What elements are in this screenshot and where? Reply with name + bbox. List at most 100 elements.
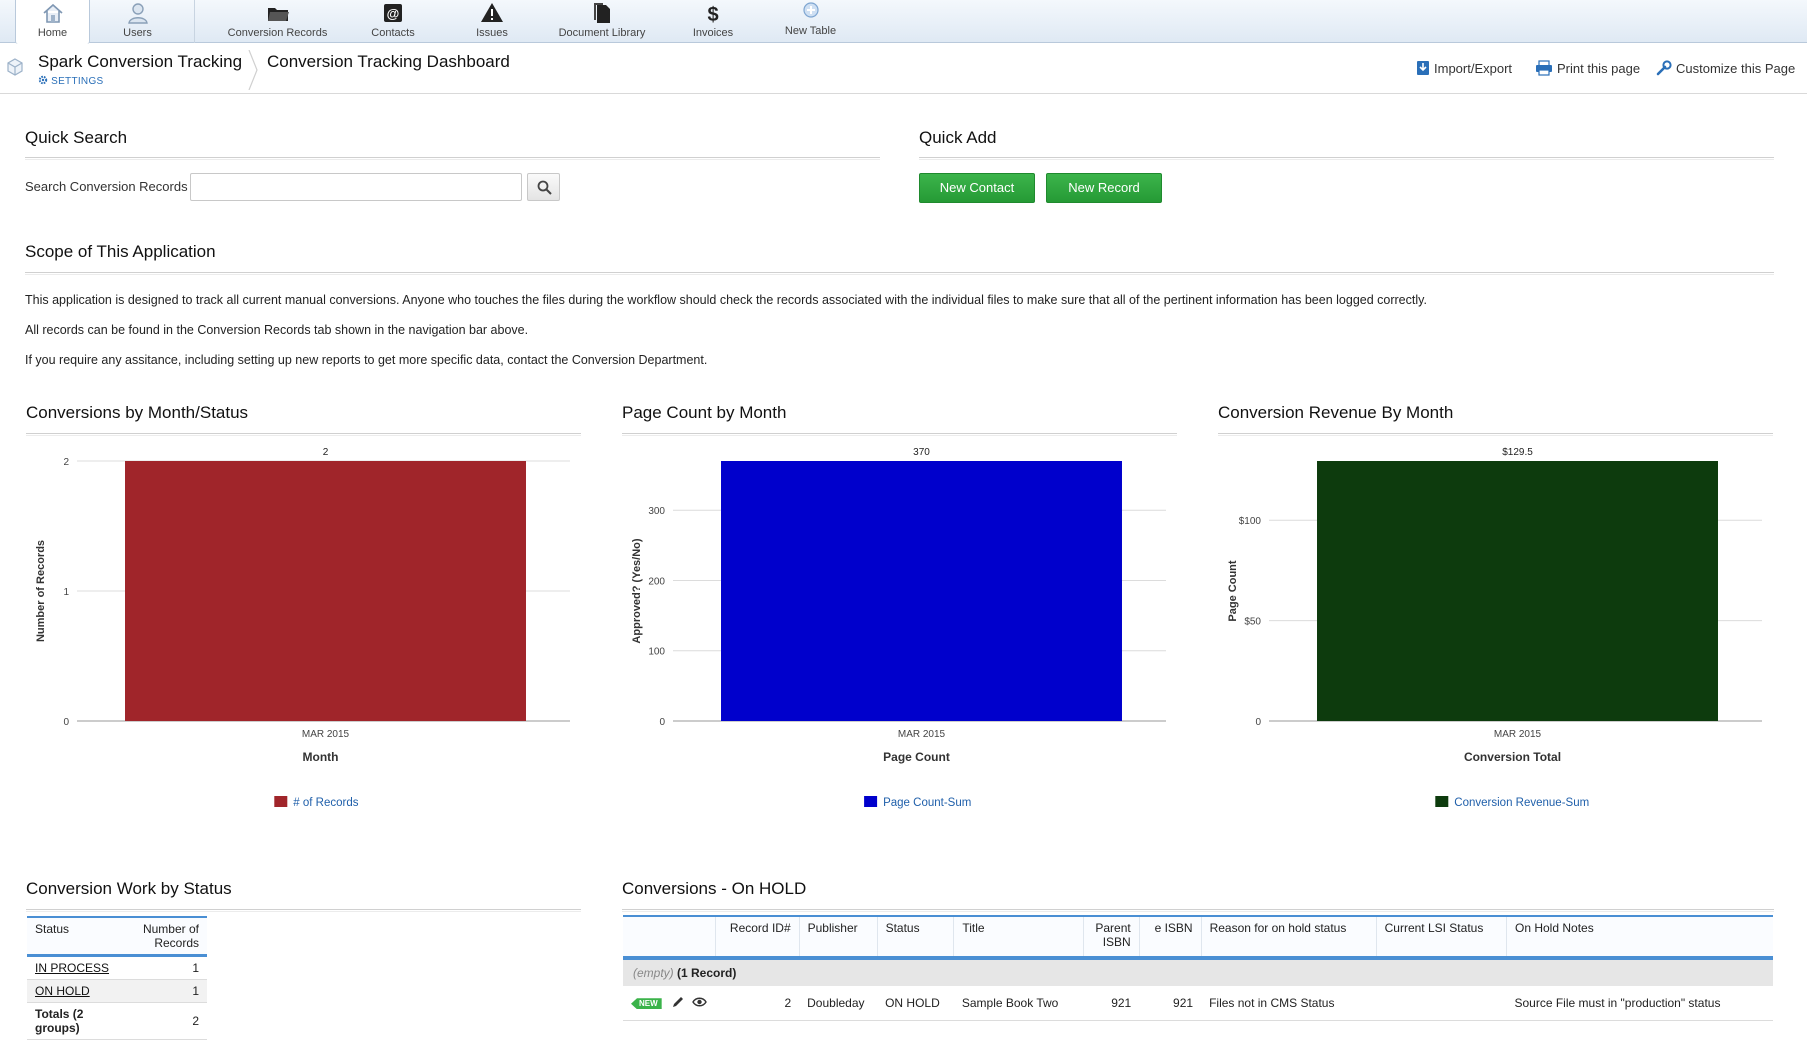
nav-tab-invoices[interactable]: $ Invoices <box>683 0 743 42</box>
column-header-actions <box>623 915 716 960</box>
bar <box>721 461 1122 721</box>
data-label: 370 <box>913 447 930 458</box>
totals-value: 2 <box>119 1002 207 1040</box>
group-empty-label: (empty) <box>633 966 674 980</box>
column-header-parent-isbn[interactable]: Parent ISBN <box>1082 915 1140 960</box>
y-tick-label: $50 <box>1244 617 1261 628</box>
column-header-status[interactable]: Status <box>876 915 954 960</box>
nav-label-home: Home <box>37 27 68 39</box>
edit-pencil-icon[interactable] <box>671 995 685 1009</box>
page-header: Spark Conversion Tracking SETTINGS Conve… <box>0 44 1807 94</box>
svg-text:@: @ <box>387 6 400 21</box>
app-cube-icon <box>6 58 24 81</box>
nav-tab-conversion-records[interactable]: Conversion Records <box>220 0 335 42</box>
column-header-publisher[interactable]: Publisher <box>798 915 878 960</box>
legend-swatch <box>864 796 878 807</box>
new-record-button[interactable]: New Record <box>1046 173 1162 203</box>
legend-label: Conversion Revenue-Sum <box>1454 797 1589 809</box>
wrench-icon <box>1656 60 1672 76</box>
column-header-notes[interactable]: On Hold Notes <box>1506 915 1773 960</box>
table-row: ON HOLD 1 <box>27 979 207 1003</box>
warning-icon <box>462 2 522 24</box>
view-eye-icon[interactable] <box>692 996 708 1008</box>
column-header-record-id[interactable]: Record ID# <box>714 915 800 960</box>
section-divider <box>919 157 1774 160</box>
settings-label: SETTINGS <box>51 76 104 87</box>
bar <box>125 461 526 721</box>
count-cell: 1 <box>119 955 207 980</box>
totals-label: Totals (2 groups) <box>27 1002 120 1040</box>
group-header[interactable]: (empty) (1 Record) <box>623 958 1773 986</box>
table-header-row: Record ID# Publisher Status Title Parent… <box>623 915 1773 960</box>
folder-icon <box>220 2 335 24</box>
section-divider <box>25 272 1774 275</box>
customize-page-button[interactable]: Customize this Page <box>1656 60 1795 76</box>
nav-tab-issues[interactable]: Issues <box>462 0 522 42</box>
status-group-link[interactable]: IN PROCESS <box>35 961 109 975</box>
import-export-button[interactable]: Import/Export <box>1416 60 1512 76</box>
legend-swatch <box>274 796 288 807</box>
legend-label: Page Count-Sum <box>883 797 971 809</box>
at-icon: @ <box>363 2 423 24</box>
new-badge: NEW <box>631 998 662 1010</box>
nav-label-issues: Issues <box>476 27 508 39</box>
customize-page-label: Customize this Page <box>1676 61 1796 76</box>
nav-label-new-table: New Table <box>784 25 837 37</box>
new-contact-button[interactable]: New Contact <box>919 173 1035 203</box>
chart-legend: Conversion Revenue-Sum <box>1435 796 1589 809</box>
bar <box>1317 461 1718 721</box>
y-tick-label: 0 <box>659 717 665 728</box>
section-divider <box>25 157 880 160</box>
data-label: 2 <box>323 447 329 458</box>
search-input[interactable] <box>190 173 522 201</box>
quick-search-title: Quick Search <box>25 128 128 147</box>
scope-title: Scope of This Application <box>25 242 216 261</box>
column-header-number-of-records[interactable]: Number of Records <box>119 916 207 957</box>
status-group-link[interactable]: ON HOLD <box>35 984 90 998</box>
chart-legend: Page Count-Sum <box>864 796 971 809</box>
column-header-status[interactable]: Status <box>27 916 120 957</box>
documents-icon <box>552 2 652 24</box>
import-export-label: Import/Export <box>1434 61 1513 76</box>
table-header-row: Status Number of Records <box>27 916 207 957</box>
column-header-lsi-status[interactable]: Current LSI Status <box>1375 915 1507 960</box>
nav-tab-contacts[interactable]: @ Contacts <box>363 0 423 42</box>
status-cell: ON HOLD <box>27 979 120 1003</box>
chart-legend: # of Records <box>274 796 359 809</box>
nav-label-invoices: Invoices <box>692 27 734 39</box>
scope-paragraph: If you require any assitance, including … <box>25 353 708 367</box>
search-button[interactable] <box>527 173 560 201</box>
page-count-by-month-chart: 0 100 200 300 370 MAR 2015 Page Count Approved?… <box>631 447 1166 809</box>
breadcrumb-separator <box>247 49 259 95</box>
column-header-e-isbn[interactable]: e ISBN <box>1138 915 1202 960</box>
nav-tab-new-table[interactable]: New Table <box>778 0 843 42</box>
table-row: NEW 2 Doubleday ON HOLD Sample Book Two … <box>623 986 1773 1021</box>
app-name[interactable]: Spark Conversion Tracking <box>38 52 242 72</box>
y-tick-label: 300 <box>648 506 665 517</box>
printer-icon <box>1536 60 1552 76</box>
on-hold-table: Record ID# Publisher Status Title Parent… <box>623 915 1773 1021</box>
legend-swatch <box>1435 796 1449 807</box>
e-isbn-cell: 921 <box>1139 986 1202 1021</box>
nav-tab-users[interactable]: Users <box>105 0 170 42</box>
nav-tab-home[interactable]: Home <box>15 0 90 44</box>
revenue-by-month-chart: 0 $50 $100 $129.5 MAR 2015 Conversion Total Pa… <box>1227 447 1762 809</box>
section-divider <box>622 909 1774 912</box>
lsi-status-cell <box>1376 986 1507 1021</box>
search-label: Search Conversion Records <box>25 179 188 194</box>
nav-tab-document-library[interactable]: Document Library <box>552 0 652 42</box>
settings-link[interactable]: SETTINGS <box>38 75 104 87</box>
top-navigation-bar: Home Users Conversion Records @ Contacts… <box>0 0 1807 44</box>
table-row: IN PROCESS 1 <box>27 955 207 980</box>
print-page-button[interactable]: Print this page <box>1535 60 1640 76</box>
column-header-title[interactable]: Title <box>953 915 1084 960</box>
legend-label: # of Records <box>293 797 358 809</box>
nav-label-document-library: Document Library <box>558 27 646 39</box>
column-header-reason[interactable]: Reason for on hold status <box>1200 915 1377 960</box>
import-export-icon <box>1417 61 1429 75</box>
y-tick-label: 0 <box>1255 717 1261 728</box>
title-cell: Sample Book Two <box>953 986 1084 1021</box>
x-tick-label: MAR 2015 <box>302 729 350 740</box>
work-by-status-table: Status Number of Records IN PROCESS 1 ON… <box>27 916 207 1040</box>
status-cell: IN PROCESS <box>27 955 120 980</box>
